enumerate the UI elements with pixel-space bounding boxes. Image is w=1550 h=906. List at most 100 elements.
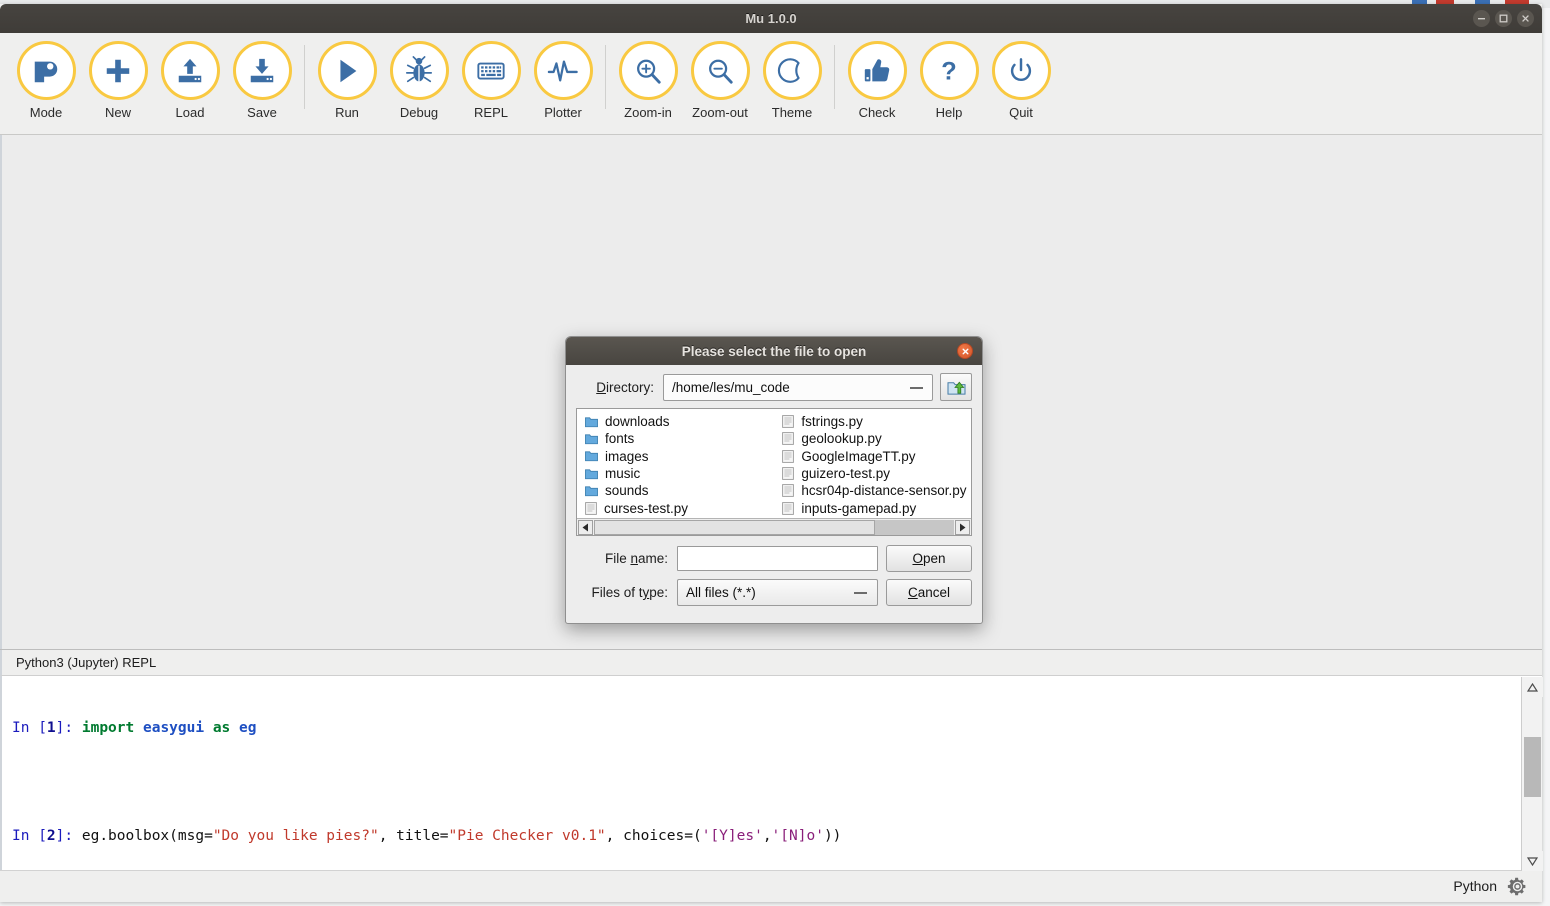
file-name: images [605, 448, 649, 464]
toolbar-button-help[interactable]: ? Help [913, 41, 985, 120]
filename-input[interactable] [677, 546, 878, 571]
file-name: curses-test.py [604, 500, 689, 516]
list-item[interactable]: geolookup.py [778, 430, 971, 447]
toolbar-label: Quit [1009, 105, 1033, 120]
toolbar-button-zoom-out[interactable]: Zoom-out [684, 41, 756, 120]
list-item[interactable]: guizero-test.py [778, 465, 971, 482]
keyboard-icon [461, 41, 521, 100]
list-item[interactable]: sounds [581, 482, 778, 499]
toolbar-button-quit[interactable]: Quit [985, 41, 1057, 120]
file-list[interactable]: downloads fonts images music sounds curs… [576, 408, 972, 536]
plus-icon [88, 41, 148, 100]
toolbar-label: Check [858, 105, 896, 120]
list-item[interactable]: music [581, 465, 778, 482]
dialog-body: Directory: /home/les/mu_code downloads f… [566, 365, 982, 606]
list-item[interactable]: fstrings.py [778, 413, 971, 430]
scroll-right-arrow-icon[interactable] [955, 519, 970, 535]
hscroll-thumb[interactable] [594, 519, 875, 535]
toolbar-button-zoom-in[interactable]: Zoom-in [612, 41, 684, 120]
list-item[interactable]: hcsr04p-distance-sensor.py [778, 482, 971, 499]
toolbar-button-save[interactable]: Save [226, 41, 298, 120]
repl-line: In [2]: eg.boolbox(msg="Do you like pies… [12, 828, 842, 844]
file-name: fstrings.py [801, 414, 863, 430]
file-icon [585, 501, 597, 515]
file-name: sounds [605, 483, 649, 499]
repl-blank-line [12, 773, 1542, 791]
repl-output[interactable]: In [1]: import easygui as eg In [2]: eg.… [0, 676, 1542, 870]
directory-value: /home/les/mu_code [672, 379, 790, 395]
file-list-column-2: fstrings.py geolookup.py GoogleImageTT.p… [778, 413, 971, 517]
scroll-up-arrow-icon[interactable] [1522, 677, 1543, 697]
hscroll-track[interactable] [594, 519, 954, 535]
file-icon [782, 501, 795, 515]
up-folder-icon[interactable] [940, 373, 972, 401]
toolbar-label: Help [935, 105, 963, 120]
close-icon[interactable] [957, 343, 973, 359]
gear-icon[interactable] [1507, 876, 1528, 897]
list-item[interactable]: inputs-gamepad.py [778, 500, 971, 517]
question-mark-icon: ? [919, 41, 979, 100]
toolbar-label: Debug [399, 105, 439, 120]
maximize-icon[interactable] [1495, 10, 1512, 27]
repl-vertical-scrollbar[interactable] [1521, 677, 1543, 871]
toolbar-button-new[interactable]: New [82, 41, 154, 120]
toolbar-button-load[interactable]: Load [154, 41, 226, 120]
toolbar-separator [834, 45, 835, 109]
toolbar-button-repl[interactable]: REPL [455, 41, 527, 120]
repl-scroll-thumb[interactable] [1524, 737, 1541, 797]
file-icon [782, 484, 795, 498]
dialog-title: Please select the file to open [681, 343, 867, 359]
file-name: geolookup.py [801, 431, 882, 447]
toolbar-label: Run [335, 105, 359, 120]
magnifier-minus-icon [690, 41, 750, 100]
folder-icon [585, 468, 598, 480]
status-bar: Python [0, 870, 1542, 901]
filetype-label: Files of type: [591, 585, 668, 600]
file-list-horizontal-scrollbar[interactable] [577, 518, 971, 535]
folder-icon [585, 485, 598, 497]
upload-icon [160, 41, 220, 100]
list-item[interactable]: curses-test.py [581, 500, 778, 517]
status-mode-label[interactable]: Python [1453, 878, 1497, 894]
cancel-button[interactable]: Cancel [886, 579, 972, 606]
file-name: music [605, 466, 641, 482]
main-toolbar: Mode New Load Save Run Debug REPL Plotte… [0, 33, 1542, 135]
list-item[interactable]: GoogleImageTT.py [778, 448, 971, 465]
toolbar-label: New [104, 105, 131, 120]
directory-combobox[interactable]: /home/les/mu_code [663, 373, 933, 401]
toolbar-button-debug[interactable]: Debug [383, 41, 455, 120]
pulse-icon [533, 41, 593, 100]
directory-label: Directory: [596, 379, 654, 395]
toolbar-button-check[interactable]: Check [841, 41, 913, 120]
filetype-combobox[interactable]: All files (*.*) [677, 579, 878, 606]
toolbar-button-theme[interactable]: Theme [756, 41, 828, 120]
toolbar-label: Zoom-in [624, 105, 672, 120]
close-icon[interactable] [1517, 10, 1534, 27]
thumbs-up-icon [847, 41, 907, 100]
desktop-backdrop: Mu 1.0.0 Mode New Load Save Run Debug RE… [0, 0, 1550, 906]
file-icon [782, 432, 795, 446]
toolbar-button-run[interactable]: Run [311, 41, 383, 120]
list-item[interactable]: downloads [581, 413, 778, 430]
magnifier-plus-icon [618, 41, 678, 100]
scroll-down-arrow-icon[interactable] [1522, 851, 1543, 871]
window-titlebar: Mu 1.0.0 [0, 4, 1542, 33]
file-name: guizero-test.py [801, 466, 890, 482]
list-item[interactable]: fonts [581, 430, 778, 447]
toolbar-button-plotter[interactable]: Plotter [527, 41, 599, 120]
filetype-row: Files of type: All files (*.*) Cancel [576, 579, 972, 606]
filename-label: File name: [604, 551, 668, 566]
file-name: inputs-gamepad.py [801, 500, 917, 516]
repl-line: In [1]: import easygui as eg [12, 720, 257, 736]
folder-icon [585, 416, 598, 428]
scroll-left-arrow-icon[interactable] [578, 519, 593, 535]
window-title: Mu 1.0.0 [745, 11, 797, 26]
open-button[interactable]: Open [886, 545, 972, 572]
list-item[interactable]: images [581, 448, 778, 465]
toolbar-button-mode[interactable]: Mode [10, 41, 82, 120]
repl-header-label: Python3 (Jupyter) REPL [0, 650, 1542, 676]
chevron-down-icon [910, 386, 923, 389]
bug-icon [389, 41, 449, 100]
minimize-icon[interactable] [1473, 10, 1490, 27]
toolbar-label: Zoom-out [692, 105, 748, 120]
